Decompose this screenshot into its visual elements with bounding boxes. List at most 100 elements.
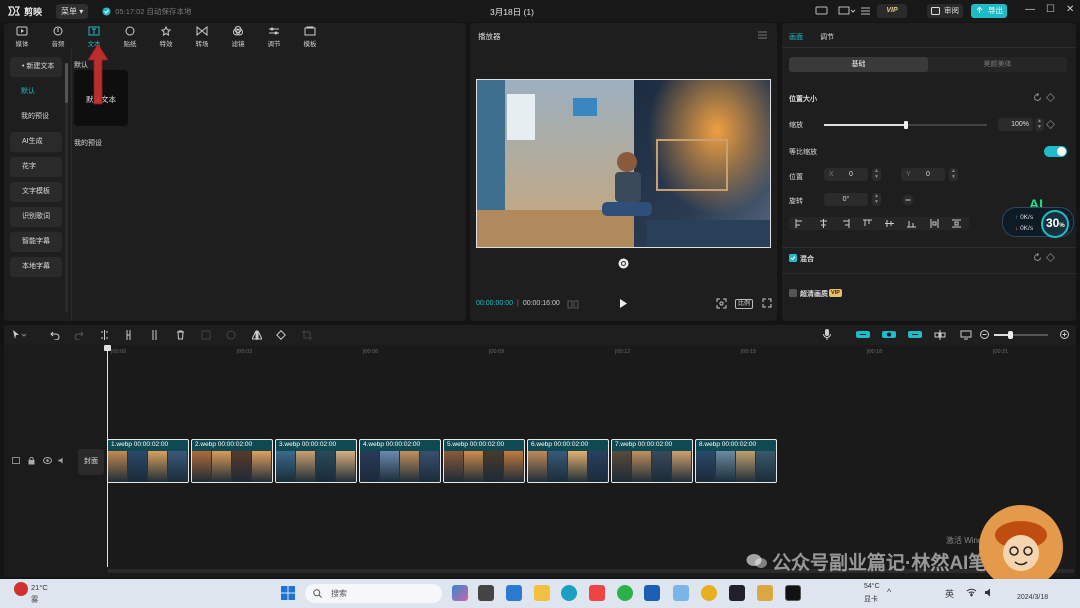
scale-input[interactable]: 100%	[998, 118, 1033, 131]
track-visibility-icon[interactable]	[43, 457, 52, 464]
zoom-slider[interactable]	[994, 331, 1048, 339]
copilot-icon[interactable]	[452, 585, 468, 601]
aspect-ratio-button[interactable]: 比例	[735, 299, 754, 309]
redo-icon[interactable]	[74, 330, 84, 340]
nav-scroll-thumb[interactable]	[65, 63, 68, 103]
track-lock-icon[interactable]	[28, 457, 35, 465]
zoom-out-icon[interactable]	[980, 330, 989, 339]
nav-item-default[interactable]: 默认	[10, 82, 62, 102]
tab-adjust[interactable]: 调节	[256, 23, 292, 49]
blend-checkbox[interactable]	[789, 254, 797, 262]
tray-expand-icon[interactable]: ^	[887, 587, 891, 597]
subtab-beauty[interactable]: 美颜美体	[928, 57, 1067, 72]
hd-checkbox[interactable]	[789, 289, 797, 297]
tab-sticker[interactable]: 贴纸	[112, 23, 148, 49]
align-center-h-icon[interactable]	[819, 219, 828, 228]
playhead-handle[interactable]	[104, 345, 111, 351]
cover-button[interactable]: 封面	[78, 449, 104, 475]
fullscreen-icon[interactable]	[762, 298, 772, 308]
reverse-icon[interactable]	[226, 330, 236, 340]
uniform-scale-toggle[interactable]	[1044, 146, 1067, 157]
timeline-ruler[interactable]: |00:00 |00:03 |00:06 |00:09 |00:12 |00:15 |00:…	[107, 345, 1076, 357]
file-explorer-icon[interactable]	[534, 585, 550, 601]
position-y-stepper[interactable]: ▲ ▼	[949, 168, 958, 181]
trim-right-icon[interactable]	[150, 330, 159, 340]
timeline-clip[interactable]: 1.webp 00:00:02:00	[107, 439, 189, 483]
terminal-icon[interactable]	[644, 585, 660, 601]
vscode-icon[interactable]	[506, 585, 522, 601]
menu-button[interactable]: 菜单 ▾	[56, 3, 89, 19]
tab-filter[interactable]: 滤镜	[220, 23, 256, 49]
minimize-icon[interactable]: —	[1025, 4, 1035, 15]
new-text-button[interactable]: • 新建文本	[10, 57, 62, 77]
tab-picture[interactable]: 画面	[789, 32, 803, 42]
tab-media[interactable]: 媒体	[4, 23, 40, 49]
nav-item-recognize-lyrics[interactable]: 识别歌词	[10, 207, 62, 227]
cloud-icon[interactable]	[673, 585, 689, 601]
delete-icon[interactable]	[176, 330, 185, 340]
timeline-grid-icon[interactable]	[567, 300, 579, 309]
timeline-clip[interactable]: 8.webp 00:00:02:00	[695, 439, 777, 483]
main-track-magnet-icon[interactable]	[856, 330, 870, 339]
weather-temp[interactable]: 21°C	[31, 583, 48, 592]
scale-stepper[interactable]: ▲ ▼	[1035, 118, 1044, 131]
tab-audio[interactable]: 音频	[40, 23, 76, 49]
track-video-icon[interactable]	[12, 457, 20, 464]
freeze-icon[interactable]	[201, 330, 211, 340]
reset-position-size-icon[interactable]	[1033, 93, 1042, 102]
close-icon[interactable]: ✕	[1066, 4, 1074, 15]
split-icon[interactable]	[100, 330, 109, 340]
scale-slider-knob[interactable]	[903, 121, 908, 129]
timeline-clip[interactable]: 6.webp 00:00:02:00	[527, 439, 609, 483]
timeline-clip[interactable]: 2.webp 00:00:02:00	[191, 439, 273, 483]
zoom-slider-knob[interactable]	[1008, 331, 1013, 339]
rotation-stepper[interactable]: ▲ ▼	[872, 193, 881, 206]
screen-icon[interactable]	[960, 330, 972, 340]
timeline-clip[interactable]: 3.webp 00:00:02:00	[275, 439, 357, 483]
nav-item-ai-generate[interactable]: AI生成	[10, 132, 62, 152]
blend-keyframe-icon[interactable]	[1046, 253, 1055, 262]
tab-template[interactable]: 模板	[292, 23, 328, 49]
fit-screen-icon[interactable]	[716, 298, 727, 309]
undo-icon[interactable]	[50, 330, 60, 340]
distribute-v-icon[interactable]	[952, 219, 961, 228]
align-left-icon[interactable]	[795, 219, 804, 228]
rotate-button-icon[interactable]	[902, 194, 914, 206]
crop-icon[interactable]	[302, 330, 312, 340]
maximize-icon[interactable]: ☐	[1046, 4, 1055, 15]
timeline-clip[interactable]: 5.webp 00:00:02:00	[443, 439, 525, 483]
chrome-icon[interactable]	[701, 585, 717, 601]
position-x-input[interactable]: X 0	[824, 168, 868, 181]
position-x-stepper[interactable]: ▲ ▼	[872, 168, 881, 181]
linkage-icon[interactable]	[908, 330, 922, 339]
tab-adjust-props[interactable]: 调节	[820, 32, 834, 42]
more-icon[interactable]	[860, 5, 871, 16]
reset-blend-icon[interactable]	[1033, 253, 1042, 262]
position-y-input[interactable]: Y 0	[901, 168, 945, 181]
edge-icon[interactable]	[561, 585, 577, 601]
play-icon[interactable]	[619, 298, 628, 309]
distribute-h-icon[interactable]	[930, 219, 939, 228]
trim-left-icon[interactable]	[124, 330, 133, 340]
nav-item-local-subtitles[interactable]: 本地字幕	[10, 257, 62, 277]
taskbar-date[interactable]: 2024/3/18	[1017, 594, 1048, 601]
tab-effects[interactable]: 特效	[148, 23, 184, 49]
nav-item-my-presets[interactable]: 我的预设	[10, 107, 62, 127]
mirror-icon[interactable]	[252, 330, 262, 340]
align-top-icon[interactable]	[863, 219, 872, 228]
preview-axis-icon[interactable]	[934, 330, 946, 340]
nav-item-fancy-text[interactable]: 花字	[10, 157, 62, 177]
scale-slider-track[interactable]	[824, 121, 987, 129]
reset-position-icon[interactable]	[618, 258, 629, 269]
wifi-icon[interactable]	[966, 588, 977, 597]
select-tool-icon[interactable]	[12, 330, 26, 340]
store-icon[interactable]	[589, 585, 605, 601]
rotate-icon[interactable]	[276, 330, 286, 340]
taskbar-search[interactable]: 搜索	[305, 584, 442, 603]
align-right-icon[interactable]	[841, 219, 850, 228]
keyboard-icon[interactable]	[815, 5, 828, 16]
nav-item-smart-subtitles[interactable]: 智能字幕	[10, 232, 62, 252]
windows-start-icon[interactable]	[281, 586, 295, 600]
align-center-v-icon[interactable]	[885, 219, 894, 228]
zoom-in-icon[interactable]	[1060, 330, 1069, 339]
